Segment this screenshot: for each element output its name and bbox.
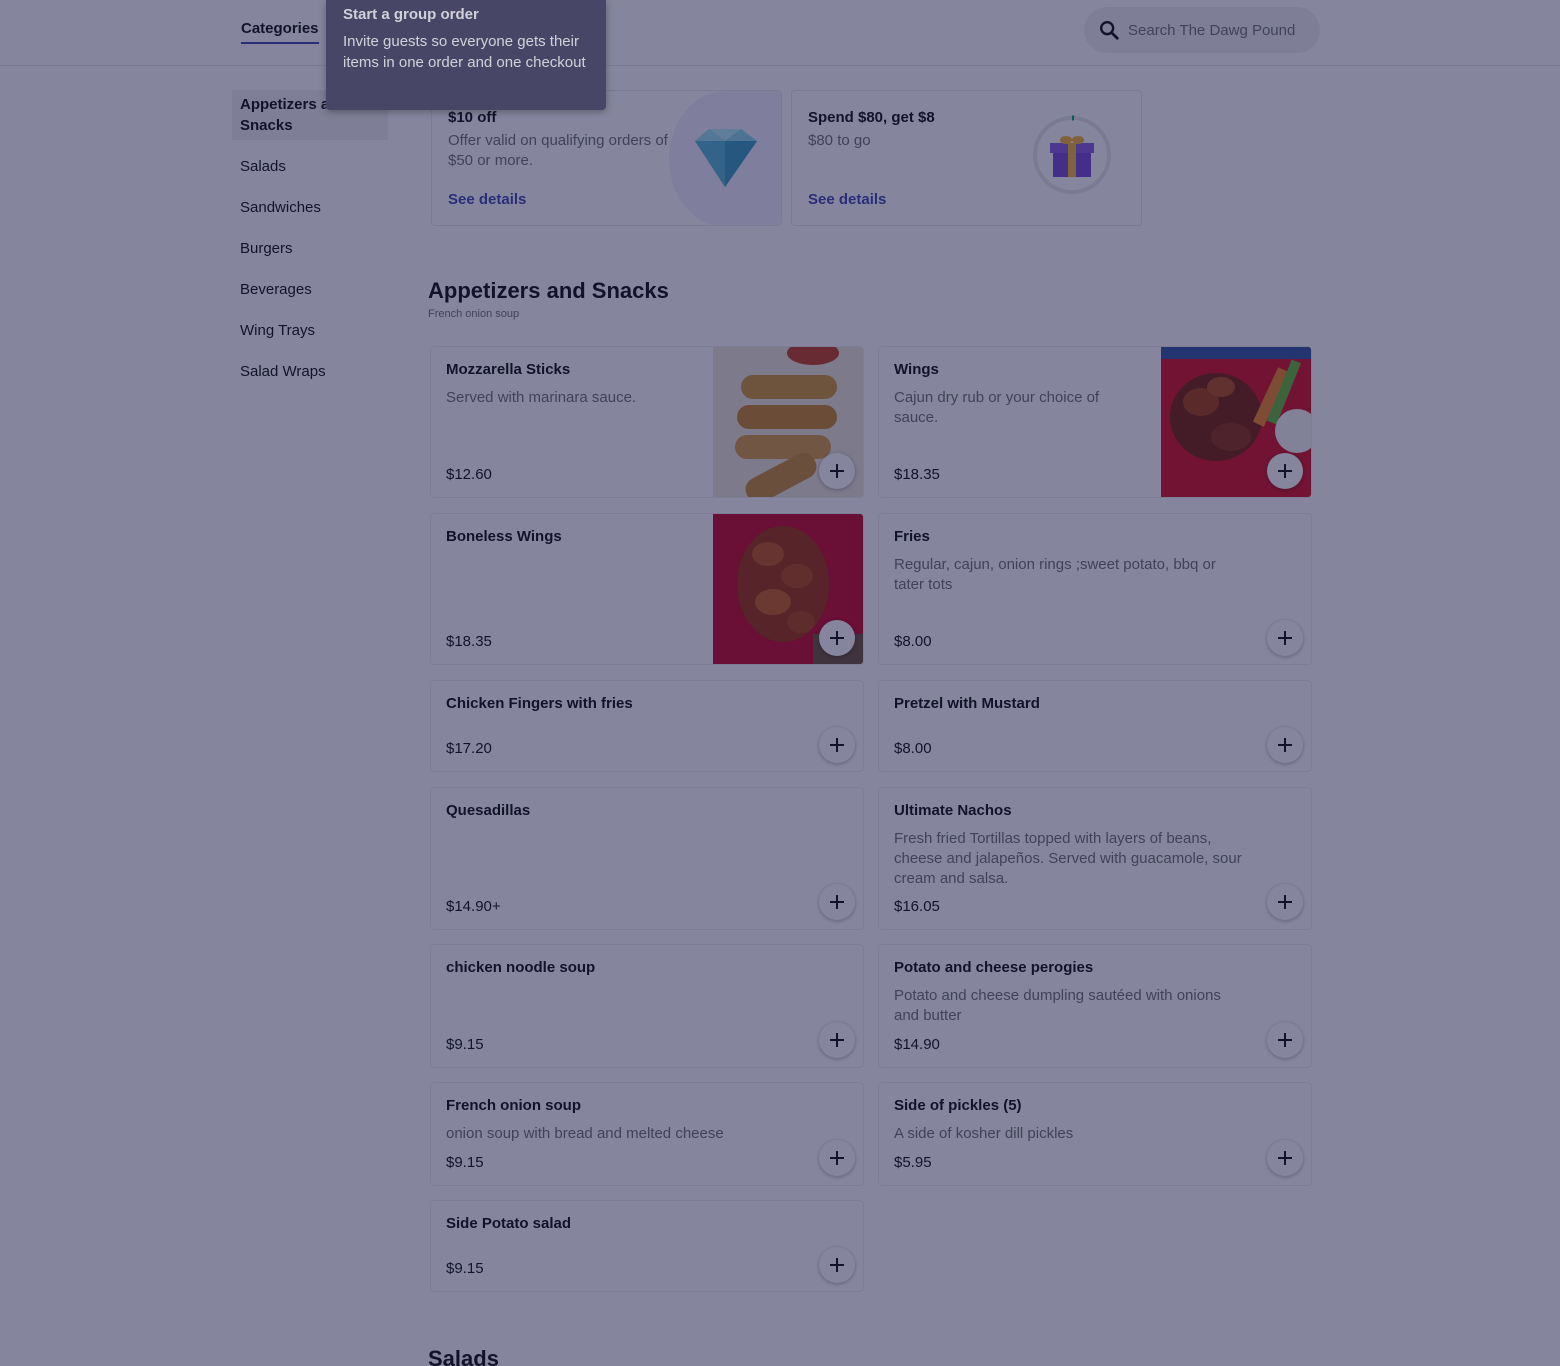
group-order-tooltip: Start a group order Invite guests so eve…	[326, 0, 606, 110]
tooltip-body: Invite guests so everyone gets their ite…	[343, 33, 586, 71]
tooltip-title: Start a group order	[343, 6, 479, 23]
modal-overlay[interactable]	[0, 0, 1560, 1366]
